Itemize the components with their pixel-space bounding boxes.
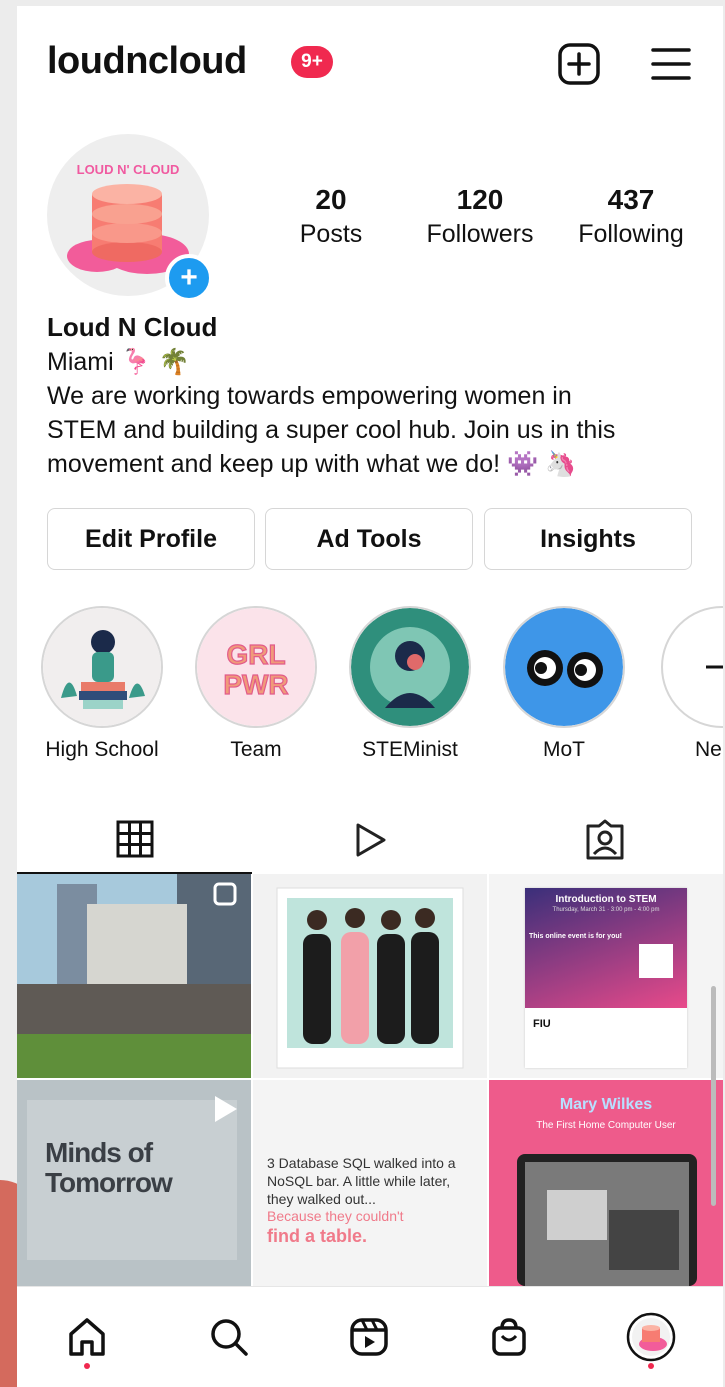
followers-value: 120 xyxy=(456,184,504,215)
home-activity-dot xyxy=(84,1363,90,1369)
bottom-navigation xyxy=(17,1286,723,1387)
highlight-mot[interactable]: MoT xyxy=(489,606,639,762)
team-photo-image xyxy=(276,887,464,1069)
grid-icon xyxy=(116,820,153,858)
menu-button[interactable] xyxy=(649,42,693,86)
profile-bio: Loud N Cloud Miami 🦩 🌴 We are working to… xyxy=(47,312,707,481)
highlight-label: STEMinist xyxy=(362,738,458,761)
highlight-cover xyxy=(503,606,625,728)
shopping-bag-icon xyxy=(492,1318,526,1356)
nav-home[interactable] xyxy=(57,1307,117,1367)
nav-shop[interactable] xyxy=(479,1307,539,1367)
plus-icon xyxy=(706,665,723,669)
tab-reels[interactable] xyxy=(252,806,487,874)
highlight-cover xyxy=(41,606,163,728)
highlight-label: Ne xyxy=(695,738,722,761)
grl-pwr-art: GRL PWR xyxy=(197,608,315,726)
highlight-label: High School xyxy=(45,738,159,761)
highlight-cover xyxy=(349,606,471,728)
highlight-steminist[interactable]: STEMinist xyxy=(335,606,485,762)
flyer-card: Introduction to STEM Thursday, March 31 … xyxy=(525,888,687,1068)
nav-profile[interactable] xyxy=(621,1307,681,1367)
following-count[interactable]: 437 Following xyxy=(556,184,706,249)
joke-text: 3 Database SQL walked into a NoSQL bar. … xyxy=(267,1155,456,1207)
display-name: Loud N Cloud xyxy=(47,312,218,342)
location: Miami 🦩 🌴 xyxy=(47,348,190,376)
minds-of-tomorrow-text: Minds of Tomorrow xyxy=(45,1137,173,1198)
plus-square-icon xyxy=(558,43,600,85)
search-icon xyxy=(211,1319,248,1356)
grl-text: GRL xyxy=(226,639,285,670)
tab-tagged[interactable] xyxy=(487,806,722,874)
followers-label: Followers xyxy=(426,220,534,248)
highlight-cover: GRL PWR xyxy=(195,606,317,728)
bio-line: We are working towards empowering women … xyxy=(47,382,572,410)
new-post-button[interactable] xyxy=(557,42,601,86)
hamburger-icon xyxy=(651,48,691,80)
highlight-new[interactable]: Ne xyxy=(643,606,723,762)
post-stem-flyer[interactable]: Introduction to STEM Thursday, March 31 … xyxy=(489,874,723,1078)
notification-badge[interactable]: 9+ xyxy=(291,46,333,78)
nav-search[interactable] xyxy=(199,1307,259,1367)
ad-tools-button[interactable]: Ad Tools xyxy=(265,508,473,570)
flyer-date: Thursday, March 31 · 3:00 pm - 4:00 pm xyxy=(552,907,660,913)
joke-punchline: Because they couldn't xyxy=(267,1208,404,1224)
vintage-computer-photo xyxy=(517,1154,697,1286)
highlight-high-school[interactable]: High School xyxy=(27,606,177,762)
studying-girl-illustration xyxy=(43,608,161,726)
profile-tabs xyxy=(17,806,723,874)
post-mary-wilkes[interactable]: Mary Wilkes The First Home Computer User xyxy=(489,1080,723,1286)
new-highlight-cover xyxy=(661,606,723,728)
flyer-footer: FIU xyxy=(533,1018,551,1030)
nav-reels[interactable] xyxy=(339,1307,399,1367)
joke-punchline-end: find a table. xyxy=(267,1226,368,1246)
tab-grid[interactable] xyxy=(17,806,252,874)
highlight-label: Team xyxy=(230,738,282,761)
scrollbar[interactable] xyxy=(711,986,716,1206)
profile-activity-dot xyxy=(648,1363,654,1369)
highlight-label: MoT xyxy=(543,738,585,761)
edit-profile-button[interactable]: Edit Profile xyxy=(47,508,255,570)
tagged-person-icon xyxy=(586,819,623,860)
posts-grid: Introduction to STEM Thursday, March 31 … xyxy=(17,874,723,1286)
following-label: Following xyxy=(578,220,684,248)
profile-username[interactable]: loudncloud xyxy=(47,40,247,83)
post-team-photo[interactable] xyxy=(253,874,487,1078)
qr-code-icon xyxy=(639,944,673,978)
flyer-tagline: This online event is for you! xyxy=(529,933,622,940)
play-icon xyxy=(356,823,385,857)
bio-line: STEM and building a super cool hub. Join… xyxy=(47,416,616,444)
profile-screen: loudncloud 9+ LOUD N' CLOUD + 20 Posts 1… xyxy=(17,6,723,1387)
post-group-photo[interactable] xyxy=(17,874,251,1078)
flyer-header: Introduction to STEM Thursday, March 31 … xyxy=(525,888,687,1008)
post-database-joke[interactable]: 3 Database SQL walked into a NoSQL bar. … xyxy=(253,1080,487,1286)
profile-avatar-icon xyxy=(626,1312,676,1362)
reels-icon xyxy=(350,1318,388,1356)
highlight-team[interactable]: GRL PWR Team xyxy=(181,606,331,762)
posts-count[interactable]: 20 Posts xyxy=(256,184,406,249)
bio-line: movement and keep up with what we do! 👾 … xyxy=(47,450,577,478)
eyes-logo xyxy=(505,608,623,726)
science-girl-art xyxy=(351,608,469,726)
insights-button[interactable]: Insights xyxy=(484,508,692,570)
post-minds-of-tomorrow[interactable]: Minds of Tomorrow xyxy=(17,1080,251,1286)
following-value: 437 xyxy=(607,184,655,215)
home-icon xyxy=(69,1318,105,1356)
top-bar: loudncloud 9+ xyxy=(17,6,723,116)
flyer-title: Introduction to STEM xyxy=(555,894,657,905)
posts-value: 20 xyxy=(315,184,347,215)
group-photo-image xyxy=(17,874,251,1078)
video-play-icon xyxy=(215,1096,237,1122)
pwr-text: PWR xyxy=(223,669,288,700)
followers-count[interactable]: 120 Followers xyxy=(405,184,555,249)
add-story-button[interactable]: + xyxy=(165,254,213,302)
posts-label: Posts xyxy=(299,220,363,248)
